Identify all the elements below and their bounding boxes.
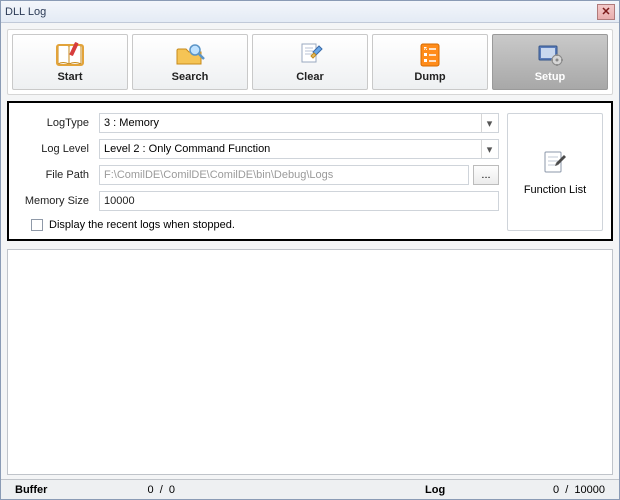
display-recent-checkbox[interactable] (31, 219, 43, 231)
ellipsis-icon: ... (481, 169, 490, 181)
buffer-values: 0 / 0 (85, 484, 175, 496)
checklist-icon (415, 41, 445, 69)
titlebar: DLL Log (1, 1, 619, 23)
loglevel-label: Log Level (17, 143, 99, 155)
setup-gear-icon (535, 41, 565, 69)
logtype-value: 3 : Memory (104, 117, 159, 129)
setup-button[interactable]: Setup (492, 34, 608, 90)
chevron-down-icon: ▾ (481, 140, 497, 158)
filepath-label: File Path (17, 169, 99, 181)
chevron-down-icon: ▾ (481, 114, 497, 132)
book-pencil-icon (55, 41, 85, 69)
memsize-label: Memory Size (17, 195, 99, 207)
dump-button[interactable]: Dump (372, 34, 488, 90)
search-label: Search (172, 71, 209, 83)
close-button[interactable] (597, 4, 615, 20)
dump-label: Dump (414, 71, 445, 83)
toolbar: Start Search (7, 29, 613, 95)
memsize-input[interactable] (99, 191, 499, 211)
search-button[interactable]: Search (132, 34, 248, 90)
logtype-label: LogType (17, 117, 99, 129)
dll-log-window: DLL Log Start (0, 0, 620, 500)
log-values: 0 / 10000 (495, 484, 605, 496)
edit-pencil-icon (542, 149, 568, 178)
display-recent-label: Display the recent logs when stopped. (49, 219, 235, 231)
function-list-button[interactable]: Function List (507, 113, 603, 231)
start-button[interactable]: Start (12, 34, 128, 90)
clear-label: Clear (296, 71, 324, 83)
browse-button[interactable]: ... (473, 165, 499, 185)
logtype-select[interactable]: 3 : Memory ▾ (99, 113, 499, 133)
log-label: Log (425, 484, 495, 496)
clear-button[interactable]: Clear (252, 34, 368, 90)
log-output-area[interactable] (7, 249, 613, 475)
page-brush-icon (295, 41, 325, 69)
display-recent-row[interactable]: Display the recent logs when stopped. (17, 217, 499, 231)
filepath-input[interactable] (99, 165, 469, 185)
function-list-label: Function List (524, 184, 586, 196)
setup-label: Setup (535, 71, 566, 83)
folder-search-icon (175, 41, 205, 69)
config-panel: LogType 3 : Memory ▾ Log Level Level 2 :… (7, 101, 613, 241)
buffer-label: Buffer (15, 484, 85, 496)
status-bar: Buffer 0 / 0 Log 0 / 10000 (1, 479, 619, 499)
loglevel-value: Level 2 : Only Command Function (104, 143, 270, 155)
config-grid: LogType 3 : Memory ▾ Log Level Level 2 :… (17, 113, 499, 231)
loglevel-select[interactable]: Level 2 : Only Command Function ▾ (99, 139, 499, 159)
window-title: DLL Log (5, 6, 46, 18)
start-label: Start (57, 71, 82, 83)
toolbar-container: Start Search (1, 23, 619, 101)
close-icon (602, 6, 610, 18)
